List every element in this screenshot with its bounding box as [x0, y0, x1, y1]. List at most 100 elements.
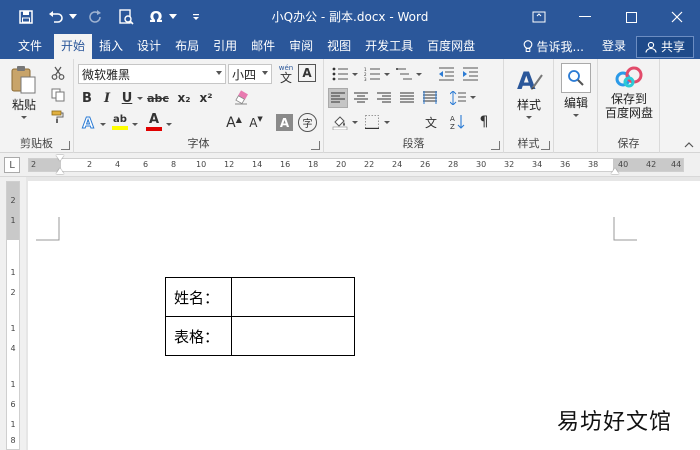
grow-font-button[interactable]: A ▲: [224, 113, 244, 133]
ruler-tick: 8: [171, 160, 177, 169]
font-color-button[interactable]: A: [144, 111, 164, 133]
styles-button[interactable]: A 样式: [510, 65, 548, 119]
numbering-icon[interactable]: 123: [362, 65, 382, 83]
vertical-ruler[interactable]: 2 1 1 2 1 4 1 6 1 8: [0, 177, 26, 450]
cut-icon[interactable]: [48, 63, 68, 83]
strikethrough-button[interactable]: abc: [146, 89, 170, 107]
tab-file[interactable]: 文件: [0, 34, 54, 59]
share-button[interactable]: 共享: [635, 35, 694, 58]
tab-developer[interactable]: 开发工具: [358, 34, 420, 59]
format-painter-icon[interactable]: [48, 107, 68, 127]
align-right-button[interactable]: [374, 88, 394, 108]
table-cell-table-value[interactable]: [231, 316, 355, 356]
hanging-indent-marker-icon[interactable]: [56, 168, 64, 174]
shading-dropdown-icon[interactable]: [352, 121, 358, 124]
tab-layout[interactable]: 布局: [168, 34, 206, 59]
ruler-tick: 6: [143, 160, 149, 169]
undo-dropdown-icon[interactable]: [68, 5, 78, 29]
redo-icon[interactable]: [84, 5, 108, 29]
italic-button[interactable]: I: [98, 89, 116, 107]
first-line-indent-marker-icon[interactable]: [56, 155, 64, 161]
shading-icon[interactable]: [330, 112, 350, 132]
paragraph-launcher-icon[interactable]: [491, 141, 500, 150]
tab-review[interactable]: 审阅: [282, 34, 320, 59]
underline-button[interactable]: U: [118, 89, 136, 107]
ruler-band: 2 2 4 6 8 10 12 14 16 18 20 22 24 26 28 …: [28, 155, 684, 174]
save-to-baidu-netdisk-button[interactable]: 保存到 百度网盘: [600, 65, 658, 120]
document-table[interactable]: 姓名： 表格：: [165, 277, 355, 356]
character-border-icon[interactable]: A: [298, 64, 316, 82]
asian-layout-icon[interactable]: 文: [420, 112, 440, 132]
line-spacing-dropdown-icon[interactable]: [470, 96, 476, 99]
clear-formatting-icon[interactable]: [232, 88, 252, 108]
horizontal-ruler[interactable]: L 2 2 4 6 8 10 12 14 16 18 20 22 24 26 2…: [0, 153, 700, 177]
sort-icon[interactable]: AZ: [448, 112, 468, 132]
shrink-font-button[interactable]: A ▼: [246, 113, 266, 133]
numbering-dropdown-icon[interactable]: [384, 73, 390, 76]
symbol-dropdown-icon[interactable]: [168, 5, 178, 29]
borders-dropdown-icon[interactable]: [384, 121, 390, 124]
ruler-tick: 14: [252, 160, 263, 169]
ruler-tick: 34: [532, 160, 543, 169]
enclose-characters-button[interactable]: 字: [298, 113, 317, 132]
align-center-button[interactable]: [351, 88, 371, 108]
bold-button[interactable]: B: [78, 89, 96, 107]
text-effects-button[interactable]: A: [78, 113, 98, 133]
tab-insert[interactable]: 插入: [92, 34, 130, 59]
borders-icon[interactable]: [362, 112, 382, 132]
paste-button[interactable]: 粘贴: [6, 65, 42, 119]
decrease-indent-icon[interactable]: [436, 65, 456, 83]
tab-selector[interactable]: L: [4, 157, 20, 173]
customize-qat-icon[interactable]: [184, 5, 208, 29]
tab-design[interactable]: 设计: [130, 34, 168, 59]
clipboard-launcher-icon[interactable]: [61, 141, 70, 150]
subscript-button[interactable]: x₂: [174, 89, 194, 107]
save-icon[interactable]: [14, 5, 38, 29]
highlight-dropdown-icon[interactable]: [132, 123, 138, 126]
align-left-button[interactable]: [328, 88, 348, 108]
tab-mailings[interactable]: 邮件: [244, 34, 282, 59]
styles-launcher-icon[interactable]: [541, 141, 550, 150]
wen-phonetic-icon[interactable]: wén 文: [276, 62, 296, 86]
close-icon[interactable]: [654, 0, 700, 34]
right-indent-marker-icon[interactable]: [611, 168, 619, 174]
tab-home[interactable]: 开始: [54, 34, 93, 59]
character-shading-button[interactable]: A: [276, 114, 293, 131]
highlight-button[interactable]: ab: [110, 111, 130, 133]
font-group: 微软雅黑 小四 wén 文 A B I U abc x₂ x² A ab A A…: [74, 59, 324, 153]
bullets-dropdown-icon[interactable]: [352, 73, 358, 76]
editing-button[interactable]: 编辑: [557, 63, 595, 117]
maximize-icon[interactable]: [608, 0, 654, 34]
show-marks-icon[interactable]: ¶: [474, 112, 494, 132]
font-launcher-icon[interactable]: [311, 141, 320, 150]
minimize-icon[interactable]: [562, 0, 608, 34]
distributed-icon[interactable]: [420, 88, 440, 108]
tell-me-search[interactable]: 告诉我...: [515, 34, 592, 59]
omega-symbol-icon[interactable]: Ω: [144, 5, 168, 29]
line-spacing-icon[interactable]: [448, 88, 468, 108]
document-area[interactable]: 姓名： 表格： 易坊好文馆: [26, 177, 700, 450]
text-effects-dropdown-icon[interactable]: [100, 123, 106, 126]
justify-button[interactable]: [397, 88, 417, 108]
font-size-combo[interactable]: 小四: [228, 64, 272, 84]
undo-icon[interactable]: [44, 5, 68, 29]
underline-dropdown-icon[interactable]: [137, 97, 143, 100]
ribbon-display-options-icon[interactable]: [516, 0, 562, 34]
table-cell-name-value[interactable]: [231, 277, 355, 317]
table-cell-table-label[interactable]: 表格：: [165, 316, 232, 356]
tab-view[interactable]: 视图: [320, 34, 358, 59]
tab-baidu-netdisk[interactable]: 百度网盘: [420, 34, 482, 59]
increase-indent-icon[interactable]: [460, 65, 480, 83]
multilevel-dropdown-icon[interactable]: [416, 73, 422, 76]
superscript-button[interactable]: x²: [196, 89, 216, 107]
table-cell-name-label[interactable]: 姓名：: [165, 277, 232, 317]
copy-icon[interactable]: [48, 85, 68, 105]
font-name-combo[interactable]: 微软雅黑: [78, 64, 226, 84]
sign-in-link[interactable]: 登录: [592, 34, 636, 59]
collapse-ribbon-icon[interactable]: [682, 139, 696, 151]
tab-references[interactable]: 引用: [206, 34, 244, 59]
font-color-dropdown-icon[interactable]: [166, 123, 172, 126]
print-preview-icon[interactable]: [114, 5, 138, 29]
bullets-icon[interactable]: [330, 65, 350, 83]
multilevel-list-icon[interactable]: [394, 65, 414, 83]
